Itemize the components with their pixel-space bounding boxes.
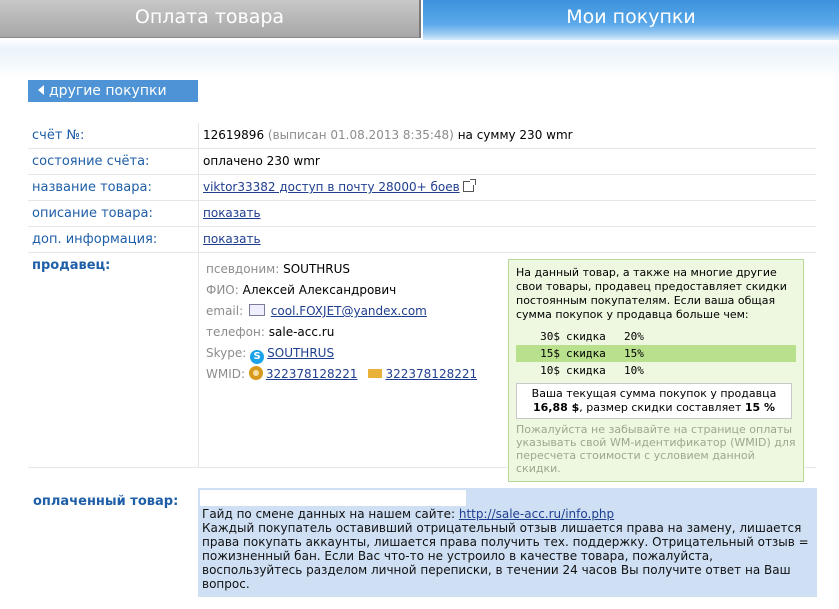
seller-wmid-message-link[interactable]: 322378128221 (386, 367, 478, 381)
triangle-left-icon (38, 85, 44, 95)
product-name-label: название товара: (32, 180, 152, 195)
seller-wmid-key: WMID: (206, 367, 246, 381)
tier-amount: 15$ (516, 345, 566, 362)
mail-icon (248, 304, 265, 316)
current-discount-caption: , размер скидки составляет (579, 401, 742, 414)
other-purchases-label: другие покупки (49, 83, 167, 99)
tier-amount: 10$ (540, 363, 560, 377)
seller-section: продавец: псевдоним: SOUTHRUS ФИО: Алекс… (28, 253, 816, 482)
invoice-status-value: оплачено 230 wmr (203, 154, 320, 168)
seller-phone-key: телефон: (206, 325, 265, 339)
tab-payment[interactable]: Оплата товара (0, 0, 421, 38)
paid-product-body: Каждый покупатель оставивший отрицательн… (202, 521, 809, 591)
invoice-number-row: счёт №: 12619896 (выписан 01.08.2013 8:3… (28, 123, 816, 149)
invoice-table: счёт №: 12619896 (выписан 01.08.2013 8:3… (28, 123, 816, 482)
current-discount-percent: 15 % (744, 401, 776, 414)
seller-wmid-link[interactable]: 322378128221 (266, 367, 358, 381)
seller-alias-key: псевдоним: (206, 262, 280, 276)
invoice-number: 12619896 (203, 128, 265, 142)
paid-product-label: оплаченный товар: (33, 494, 179, 509)
tab-payment-label: Оплата товара (134, 6, 285, 28)
seller-name: Алексей Александрович (242, 283, 397, 297)
invoice-issued-date: (выписан 01.08.2013 8:35:48) (267, 128, 454, 142)
seller-alias: SOUTHRUS (283, 262, 351, 276)
invoice-status-row: состояние счёта: оплачено 230 wmr (28, 149, 816, 175)
invoice-number-label: счёт №: (32, 128, 85, 143)
header-bar: Оплата товара Мои покупки (0, 0, 839, 78)
seller-skype-key: Skype: (206, 346, 247, 360)
tier-word: скидка (566, 363, 606, 377)
current-discount-box: Ваша текущая сумма покупок у продавца 16… (516, 383, 792, 419)
tab-my-purchases-label: Мои покупки (566, 6, 696, 28)
product-description-label: описание товара: (32, 206, 153, 221)
seller-label: продавец: (32, 258, 111, 273)
guide-link[interactable]: http://sale-acc.ru/info.php (459, 507, 614, 521)
tier-word: скидка (566, 329, 606, 343)
paid-product-content: Гайд по смене данных на нашем сайте: htt… (198, 488, 817, 597)
invoice-amount: на сумму 230 wmr (457, 128, 573, 142)
discount-tier-row-active: 15$ скидка 15% (516, 345, 796, 362)
product-name-row: название товара: viktor33382 доступ в по… (28, 175, 816, 201)
paid-product-text: Гайд по смене данных на нашем сайте: htt… (202, 507, 812, 591)
discount-intro: На данный товар, а также на многие други… (516, 266, 787, 321)
webmoney-icon (248, 366, 263, 380)
seller-email-key: email: (206, 304, 244, 318)
current-sum-caption: Ваша текущая сумма покупок у продавца (531, 387, 777, 400)
product-name-link[interactable]: viktor33382 доступ в почту 28000+ боев (203, 180, 460, 194)
product-name-value: viktor33382 доступ в почту 28000+ боев (203, 179, 476, 194)
discount-panel: На данный товар, а также на многие други… (508, 259, 804, 482)
paid-product-input[interactable] (200, 490, 466, 506)
seller-info: псевдоним: SOUTHRUS ФИО: Алексей Алексан… (206, 259, 477, 385)
guide-text: Гайд по смене данных на нашем сайте: (202, 507, 456, 521)
extra-info-label: доп. информация: (32, 232, 158, 247)
envelope-icon (367, 369, 382, 378)
tier-percent: 20% (624, 329, 644, 343)
show-description-link[interactable]: показать (203, 206, 261, 220)
seller-skype-link[interactable]: SOUTHRUS (267, 346, 334, 360)
other-purchases-button[interactable]: другие покупки (28, 80, 198, 102)
seller-email-link[interactable]: cool.FOXJET@yandex.com (271, 304, 427, 318)
tier-amount: 30$ (540, 329, 560, 343)
discount-tier-row: 10$ скидка 10% (516, 362, 796, 379)
tier-percent: 15% (624, 345, 796, 362)
show-extra-info-link[interactable]: показать (203, 232, 261, 246)
invoice-number-value: 12619896 (выписан 01.08.2013 8:35:48) на… (203, 128, 573, 142)
skype-icon: S (250, 350, 265, 364)
seller-name-key: ФИО: (206, 283, 239, 297)
discount-tier-row: 30$ скидка 20% (516, 328, 796, 345)
extra-info-row: доп. информация: показать (28, 227, 816, 253)
invoice-status-label: состояние счёта: (32, 154, 150, 169)
tab-my-purchases[interactable]: Мои покупки (423, 0, 839, 40)
tier-word: скидка (566, 345, 624, 362)
seller-phone: sale-acc.ru (268, 325, 335, 339)
external-link-icon[interactable] (462, 179, 476, 192)
tier-percent: 10% (624, 363, 644, 377)
current-sum: 16,88 $ (532, 401, 580, 414)
wmid-reminder-note: Пожалуйста не забывайте на странице опла… (516, 423, 796, 475)
product-description-row: описание товара: показать (28, 201, 816, 227)
discount-tiers: 30$ скидка 20% 15$ скидка 15% 10$ скидка… (516, 328, 796, 379)
